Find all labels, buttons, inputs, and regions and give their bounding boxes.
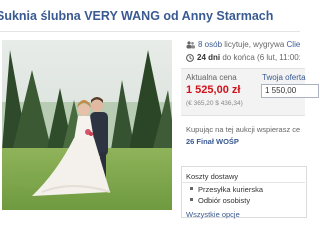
bidders-info: 8 osób licytuje, wygrywa Client:36269 <box>186 40 300 52</box>
bidders-count-link[interactable]: 8 osób <box>198 40 222 49</box>
current-price: 1 525,00 zł <box>186 84 241 96</box>
all-shipping-options-link[interactable]: Wszystkie opcje <box>186 210 240 219</box>
shipping-option-label: Odbiór osobisty <box>198 196 251 205</box>
bullet-icon <box>190 187 193 190</box>
current-price-label: Aktualna cena <box>186 73 237 82</box>
listing-title: Suknia ślubna VERY WANG od Anny Starmach <box>0 9 274 23</box>
bidders-text: licytuje, wygrywa <box>224 40 285 49</box>
shipping-option: Przesyłka kurierska <box>190 185 263 194</box>
converted-price: (€ 365,20 $ 436,34) <box>186 100 243 107</box>
your-offer-label: Twoja oferta <box>262 73 306 82</box>
shipping-title: Koszty dostawy <box>186 172 239 181</box>
people-icon <box>186 41 195 51</box>
offer-input[interactable]: 1 550,00 <box>261 84 319 98</box>
title-divider <box>0 31 300 32</box>
bullet-icon <box>190 198 193 201</box>
winning-client-link[interactable]: Client:36269 <box>287 40 300 49</box>
product-photo[interactable] <box>2 40 172 210</box>
days-left: 24 dni <box>197 53 221 62</box>
charity-link[interactable]: 26 Finał WOŚP <box>186 137 239 146</box>
clock-icon <box>186 54 194 64</box>
product-photo-illustration <box>2 40 172 210</box>
shipping-option: Odbiór osobisty <box>190 196 250 205</box>
time-left: 24 dni do końca (6 lut, 11:00:00) <box>186 53 300 65</box>
charity-text: Kupując na tej aukcji wspierasz cel <box>186 125 300 134</box>
shipping-divider <box>181 182 305 183</box>
end-date-text: do końca (6 lut, 11:00:00) <box>222 53 300 62</box>
shipping-option-label: Przesyłka kurierska <box>198 185 264 194</box>
